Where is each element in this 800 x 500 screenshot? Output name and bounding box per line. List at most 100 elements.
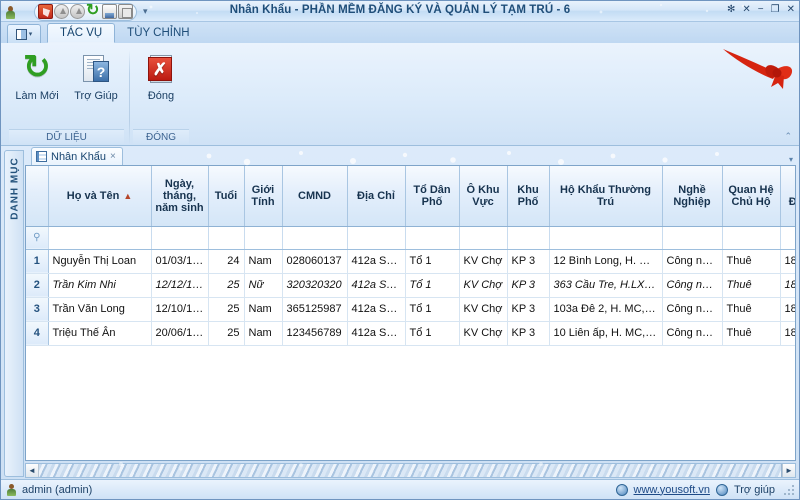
cell-ho-khau[interactable]: 10 Liên ấp, H. MC, TP. ...	[549, 321, 663, 346]
edit-icon[interactable]	[38, 4, 53, 19]
column-header-nghe-nghiep[interactable]: Nghề Nghiệp	[662, 166, 723, 227]
filter-cell-dia-chi[interactable]	[347, 226, 406, 250]
save-icon[interactable]	[102, 4, 117, 19]
status-help-link[interactable]: Trợ giúp	[734, 484, 775, 496]
column-header-o-khu-vuc[interactable]: Ô Khu Vực	[459, 166, 508, 227]
column-header-ho-khau[interactable]: Hộ Khẩu Thường Trú	[549, 166, 663, 227]
cell-ngay-sinh[interactable]: 12/10/1990	[151, 297, 209, 322]
cell-gioi-tinh[interactable]: Nam	[244, 297, 283, 322]
cell-to-dan-pho[interactable]: Tổ 1	[405, 249, 460, 274]
cell-to-dan-pho[interactable]: Tổ 1	[405, 321, 460, 346]
column-header-khu-pho[interactable]: Khu Phố	[507, 166, 550, 227]
cell-quan-he[interactable]: Thuê	[722, 249, 781, 274]
cell-nghe-nghiep[interactable]: Công nhân	[662, 249, 723, 274]
cell-o-khu-vuc[interactable]: KV Chợ	[459, 297, 508, 322]
column-header-gioi-tinh[interactable]: Giới Tính	[244, 166, 283, 227]
filter-cell-cmnd[interactable]	[282, 226, 348, 250]
quick-access-more-caret[interactable]: ▾	[143, 6, 148, 17]
column-header-ngay-dang-ky[interactable]: Ngày Đăng Ký	[780, 166, 795, 227]
cell-o-khu-vuc[interactable]: KV Chợ	[459, 249, 508, 274]
cell-ngay-dang-ky[interactable]: 18/08/2016	[780, 273, 795, 298]
cell-o-khu-vuc[interactable]: KV Chợ	[459, 273, 508, 298]
cell-gioi-tinh[interactable]: Nam	[244, 249, 283, 274]
cell-ho-ten[interactable]: Triệu Thế Ân	[48, 321, 152, 346]
column-header-quan-he[interactable]: Quan Hệ Chủ Hộ	[722, 166, 781, 227]
cell-cmnd[interactable]: 028060137	[282, 249, 348, 274]
cell-ngay-dang-ky[interactable]: 18/08/2016	[780, 321, 795, 346]
cell-nghe-nghiep[interactable]: Công nhân	[662, 321, 723, 346]
filter-cell-ho-ten[interactable]	[48, 226, 152, 250]
cell-ngay-sinh[interactable]: 20/06/1991	[151, 321, 209, 346]
cell-dia-chi[interactable]: 412a Số 2	[347, 297, 406, 322]
cell-khu-pho[interactable]: KP 3	[507, 321, 550, 346]
minimize-button[interactable]: −	[758, 3, 764, 17]
scroll-left-arrow-icon[interactable]: ◄	[26, 464, 39, 477]
filter-cell-ngay-sinh[interactable]	[151, 226, 209, 250]
filter-icon[interactable]: ⚲	[26, 226, 49, 250]
tro-giup-button[interactable]: ? Trợ Giúp	[68, 50, 124, 104]
cell-khu-pho[interactable]: KP 3	[507, 249, 550, 274]
website-link[interactable]: www.yousoft.vn	[634, 484, 710, 496]
cell-ngay-dang-ky[interactable]: 18/08/2016	[780, 249, 795, 274]
document-tab-nhan-khau[interactable]: Nhân Khẩu ×	[31, 147, 123, 165]
pin-icon[interactable]: ✻	[727, 3, 735, 17]
cell-nghe-nghiep[interactable]: Công nhân	[662, 273, 723, 298]
cell-to-dan-pho[interactable]: Tổ 1	[405, 297, 460, 322]
filter-cell-nghe-nghiep[interactable]	[662, 226, 723, 250]
tab-tac-vu[interactable]: TÁC VỤ	[47, 23, 116, 43]
cell-ho-khau[interactable]: 103a Đê 2, H. MC, TP. ...	[549, 297, 663, 322]
table-row[interactable]: 4 Triệu Thế Ân 20/06/1991 25 Nam 1234567…	[26, 321, 795, 346]
cell-tuoi[interactable]: 24	[208, 249, 245, 274]
filter-cell-gioi-tinh[interactable]	[244, 226, 283, 250]
filter-cell-ho-khau[interactable]	[549, 226, 663, 250]
column-header-cmnd[interactable]: CMND	[282, 166, 348, 227]
cell-to-dan-pho[interactable]: Tổ 1	[405, 273, 460, 298]
scrollbar-thumb[interactable]	[39, 464, 782, 477]
cell-ho-khau[interactable]: 12 Bình Long, H. MC, T...	[549, 249, 663, 274]
column-header-ngay-sinh[interactable]: Ngày, tháng, năm sinh	[151, 166, 209, 227]
cell-ngay-sinh[interactable]: 01/03/1992	[151, 249, 209, 274]
cell-ho-ten[interactable]: Trần Văn Long	[48, 297, 152, 322]
close-icon[interactable]: ×	[110, 151, 116, 162]
scroll-right-arrow-icon[interactable]: ►	[782, 464, 795, 477]
cell-ho-ten[interactable]: Trần Kim Nhi	[48, 273, 152, 298]
chevron-down-icon[interactable]: ▾	[789, 155, 793, 164]
filter-cell-o-khu-vuc[interactable]	[459, 226, 508, 250]
table-row[interactable]: 2 Trần Kim Nhi 12/12/1990 25 Nữ 32032032…	[26, 273, 795, 298]
cell-ngay-sinh[interactable]: 12/12/1990	[151, 273, 209, 298]
filter-cell-quan-he[interactable]	[722, 226, 781, 250]
maximize-button[interactable]: ❐	[771, 3, 780, 17]
cell-o-khu-vuc[interactable]: KV Chợ	[459, 321, 508, 346]
horizontal-scrollbar[interactable]: ◄ ►	[25, 463, 796, 478]
print-icon[interactable]	[118, 4, 133, 19]
cell-dia-chi[interactable]: 412a Số 2	[347, 249, 406, 274]
lam-moi-button[interactable]: Làm Mới	[9, 47, 65, 104]
column-header-tuoi[interactable]: Tuổi	[208, 166, 245, 227]
cell-tuoi[interactable]: 25	[208, 273, 245, 298]
cell-quan-he[interactable]: Thuê	[722, 297, 781, 322]
cell-gioi-tinh[interactable]: Nam	[244, 321, 283, 346]
filter-cell-ngay-dang-ky[interactable]	[780, 226, 795, 250]
help-close-icon[interactable]: ✕	[742, 3, 750, 17]
table-row[interactable]: 3 Trần Văn Long 12/10/1990 25 Nam 365125…	[26, 297, 795, 322]
filter-cell-khu-pho[interactable]	[507, 226, 550, 250]
cell-khu-pho[interactable]: KP 3	[507, 297, 550, 322]
column-header-dia-chi[interactable]: Địa Chỉ	[347, 166, 406, 227]
cell-ho-ten[interactable]: Nguyễn Thị Loan	[48, 249, 152, 274]
cell-quan-he[interactable]: Thuê	[722, 273, 781, 298]
dong-button[interactable]: ✗ Đóng	[133, 50, 189, 104]
sidebar-danh-muc[interactable]: DANH MỤC	[4, 150, 24, 477]
filter-cell-tuoi[interactable]	[208, 226, 245, 250]
filter-cell-to-dan-pho[interactable]	[405, 226, 460, 250]
resize-grip-icon[interactable]	[783, 483, 795, 496]
cell-ho-khau[interactable]: 363 Cầu Tre, H.LX, TP....	[549, 273, 663, 298]
cell-tuoi[interactable]: 25	[208, 297, 245, 322]
cell-cmnd[interactable]: 123456789	[282, 321, 348, 346]
cell-khu-pho[interactable]: KP 3	[507, 273, 550, 298]
cell-dia-chi[interactable]: 412a Số 2	[347, 321, 406, 346]
table-row[interactable]: 1 Nguyễn Thị Loan 01/03/1992 24 Nam 0280…	[26, 249, 795, 274]
redo-icon[interactable]	[70, 4, 85, 19]
close-button[interactable]: ✕	[787, 3, 795, 17]
cell-gioi-tinh[interactable]: Nữ	[244, 273, 283, 298]
column-header-ho-ten[interactable]: Họ và Tên ▲	[48, 166, 152, 227]
